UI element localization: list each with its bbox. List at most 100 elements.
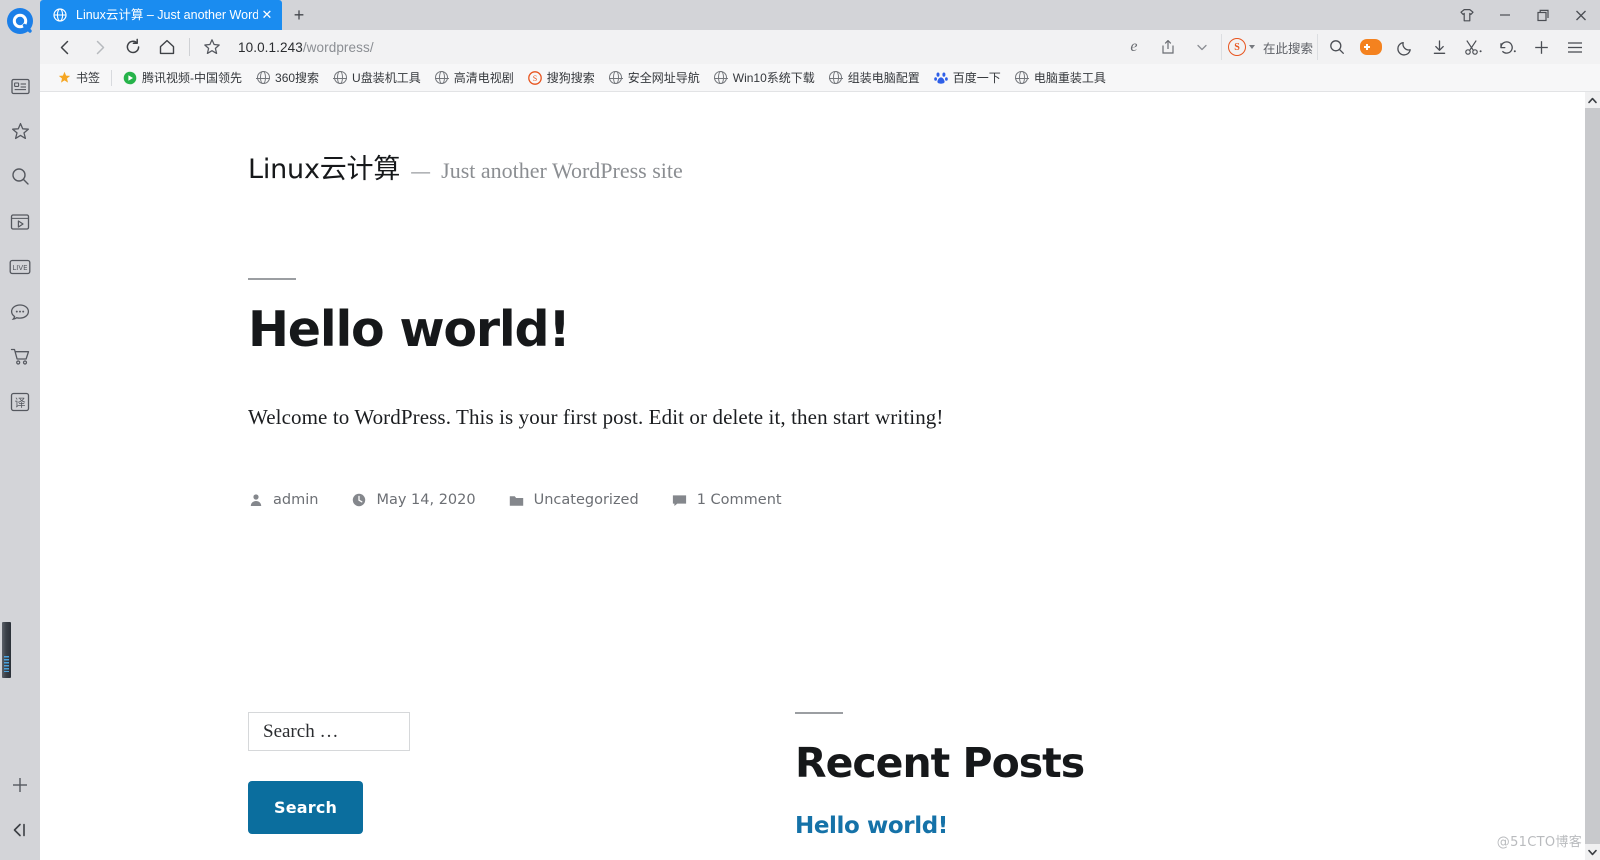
- browser-tab-active[interactable]: Linux云计算 – Just another WordP ✕: [40, 0, 282, 30]
- url-path: /wordpress/: [302, 39, 374, 55]
- watermark: @51CTO博客: [1496, 835, 1582, 850]
- baidu-icon: [933, 71, 948, 85]
- dock-scroll-indicator[interactable]: [2, 622, 11, 678]
- bookmark-item[interactable]: 安全网址导航: [602, 67, 707, 89]
- engine-chevron-icon[interactable]: [1248, 45, 1255, 49]
- post-date[interactable]: May 14, 2020: [351, 492, 476, 508]
- sidebar-item-chat[interactable]: [0, 289, 40, 334]
- new-tab-button[interactable]: +: [282, 0, 316, 30]
- share-icon[interactable]: [1151, 32, 1185, 62]
- scroll-up-icon[interactable]: [1585, 92, 1600, 108]
- search-widget: Search … Search: [40, 712, 588, 839]
- bookmark-label: 搜狗搜索: [546, 71, 595, 85]
- bookmark-item[interactable]: 360搜索: [249, 67, 326, 89]
- post-meta: admin May 14, 2020 Uncategorized 1 Comme…: [248, 492, 1585, 508]
- sidebar-item-reading-list[interactable]: [0, 64, 40, 109]
- browser-chrome: Linux云计算 – Just another WordP ✕ + 10.0.1…: [40, 0, 1600, 860]
- forward-button[interactable]: [82, 32, 116, 62]
- sidebar-item-video[interactable]: [0, 199, 40, 244]
- bookmarks-divider: [111, 69, 113, 86]
- bookmark-item[interactable]: U盘装机工具: [326, 67, 428, 89]
- bookmark-item[interactable]: S 搜狗搜索: [521, 67, 602, 89]
- post-body: Welcome to WordPress. This is your first…: [248, 405, 944, 430]
- ie-mode-icon[interactable]: e: [1117, 32, 1151, 62]
- scroll-down-icon[interactable]: [1585, 844, 1600, 860]
- post-author-label: admin: [273, 492, 319, 509]
- bookmark-label: 360搜索: [275, 71, 320, 85]
- sidebar-item-translate[interactable]: 译: [0, 379, 40, 424]
- search-input[interactable]: Search …: [248, 712, 410, 751]
- night-mode-icon[interactable]: [1388, 32, 1422, 62]
- reload-button[interactable]: [116, 32, 150, 62]
- post-title[interactable]: Hello world!: [248, 304, 1585, 356]
- recent-posts-divider: [795, 712, 843, 714]
- post-article: Hello world! Welcome to WordPress. This …: [40, 278, 1585, 508]
- folder-icon: [509, 492, 525, 508]
- chevron-down-icon[interactable]: [1185, 32, 1219, 62]
- bookmark-label: 电脑重装工具: [1033, 71, 1106, 85]
- post-comments[interactable]: 1 Comment: [672, 492, 782, 508]
- post-comments-label: 1 Comment: [696, 492, 782, 509]
- site-title[interactable]: Linux云计算: [248, 147, 400, 186]
- window-controls: [1448, 0, 1600, 30]
- page-scrollbar[interactable]: [1585, 92, 1600, 860]
- home-button[interactable]: [150, 32, 184, 62]
- browser-window: LIVE 译 Linux云计算 – Just another WordP ✕ +…: [0, 0, 1600, 860]
- address-bar[interactable]: 10.0.1.243/wordpress/: [229, 32, 1117, 62]
- page-viewport: Linux云计算 — Just another WordPress site H…: [40, 92, 1600, 860]
- sidebar-item-search[interactable]: [0, 154, 40, 199]
- bookmark-item[interactable]: 百度一下: [927, 67, 1008, 89]
- post-author[interactable]: admin: [248, 492, 318, 508]
- close-button[interactable]: [1562, 0, 1600, 30]
- history-icon[interactable]: [1490, 32, 1524, 62]
- bookmark-item[interactable]: 腾讯视频-中国领先: [116, 67, 249, 89]
- bookmark-label: 百度一下: [952, 71, 1001, 85]
- back-button[interactable]: [48, 32, 82, 62]
- add-icon[interactable]: [1524, 32, 1558, 62]
- globe-icon: [333, 70, 347, 85]
- bookmark-label: Win10系统下载: [732, 71, 815, 85]
- site-separator: —: [411, 162, 431, 183]
- page-lower-section: Search … Search Recent Posts Hello world…: [40, 712, 1585, 839]
- bookmark-label: U盘装机工具: [352, 71, 421, 85]
- clock-icon: [351, 492, 367, 508]
- menu-icon[interactable]: [1558, 32, 1592, 62]
- minimize-button[interactable]: [1486, 0, 1524, 30]
- svg-text:译: 译: [15, 396, 26, 409]
- downloads-icon[interactable]: [1422, 32, 1456, 62]
- qq-browser-logo-icon: [3, 4, 37, 38]
- bookmark-item[interactable]: 电脑重装工具: [1008, 67, 1113, 89]
- globe-icon: [434, 70, 449, 85]
- recent-post-link[interactable]: Hello world!: [795, 813, 1084, 839]
- bookmark-item[interactable]: Win10系统下载: [707, 67, 822, 89]
- star-icon: [57, 71, 71, 85]
- bookmark-item[interactable]: 组装电脑配置: [822, 67, 927, 89]
- bookmark-item[interactable]: 书签: [50, 67, 107, 89]
- sidebar-item-cart[interactable]: [0, 334, 40, 379]
- search-submit-button[interactable]: Search: [248, 781, 364, 834]
- add-panel-icon[interactable]: [0, 762, 40, 807]
- toolbar-search-box[interactable]: S 在此搜索: [1220, 34, 1318, 60]
- wordpress-page: Linux云计算 — Just another WordPress site H…: [40, 92, 1585, 860]
- bookmark-item[interactable]: 高清电视剧: [428, 67, 521, 89]
- recent-posts-widget: Recent Posts Hello world!: [588, 712, 1085, 839]
- screenshot-icon[interactable]: [1456, 32, 1490, 62]
- bookmark-label: 组装电脑配置: [847, 71, 920, 85]
- navigation-toolbar: 10.0.1.243/wordpress/ e S 在此搜索: [40, 30, 1600, 64]
- collapse-sidebar-icon[interactable]: [0, 807, 40, 852]
- sogou-engine-icon: S: [1227, 38, 1246, 56]
- browser-side-dock: LIVE 译: [0, 0, 40, 860]
- game-center-icon[interactable]: [1354, 32, 1388, 62]
- bookmark-star-icon[interactable]: [195, 32, 229, 62]
- toolbar-right-actions: e S 在此搜索: [1117, 32, 1592, 62]
- skin-button[interactable]: [1448, 0, 1486, 30]
- ie-mode-label: e: [1130, 38, 1138, 55]
- svg-text:S: S: [533, 74, 537, 83]
- close-icon[interactable]: ✕: [258, 6, 276, 24]
- person-icon: [248, 492, 264, 508]
- sidebar-item-favorites[interactable]: [0, 109, 40, 154]
- post-category[interactable]: Uncategorized: [509, 492, 639, 508]
- search-icon[interactable]: [1320, 32, 1354, 62]
- maximize-button[interactable]: [1524, 0, 1562, 30]
- sidebar-item-live[interactable]: LIVE: [0, 244, 40, 289]
